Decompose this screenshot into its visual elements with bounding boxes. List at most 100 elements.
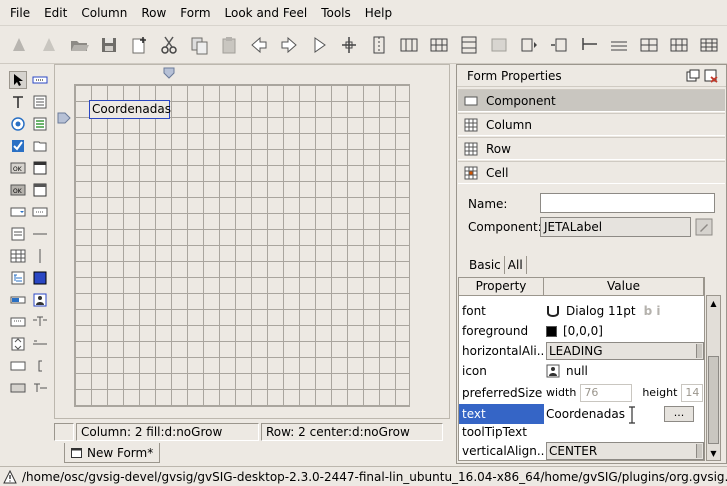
form-grid[interactable] [74, 84, 410, 407]
date-field-icon[interactable] [9, 313, 27, 331]
menu-row[interactable]: Row [134, 0, 173, 26]
textfield-icon[interactable] [31, 71, 49, 89]
table-row[interactable]: verticalAlign... CENTER [459, 441, 704, 460]
menu-file[interactable]: File [3, 0, 37, 26]
radio-icon[interactable] [9, 115, 27, 133]
table-icon[interactable] [694, 30, 724, 60]
scroll-down-icon[interactable]: ▼ [707, 446, 720, 460]
list-icon[interactable] [31, 115, 49, 133]
text-edit-button[interactable]: ... [664, 406, 694, 422]
insert-column-right-icon[interactable] [364, 30, 394, 60]
tab-basic[interactable]: Basic [466, 256, 505, 274]
scroll-up-icon[interactable]: ▲ [707, 296, 720, 310]
insert-column-left-icon[interactable] [334, 30, 364, 60]
redo-icon[interactable] [274, 30, 304, 60]
open-icon[interactable] [64, 30, 94, 60]
cut-icon[interactable] [154, 30, 184, 60]
property-value[interactable]: [0,0,0] [544, 321, 704, 341]
title-label-icon[interactable] [31, 313, 49, 331]
table-row[interactable]: horizontalAli... LEADING [459, 341, 704, 361]
table-row[interactable]: foreground [0,0,0] [459, 321, 704, 341]
menu-form[interactable]: Form [173, 0, 217, 26]
tab-new-form[interactable]: New Form* [64, 443, 160, 463]
table-row[interactable]: icon null [459, 361, 704, 381]
titled-separator-icon[interactable] [31, 379, 49, 397]
text-value-field[interactable]: Coordenadas [546, 404, 664, 424]
menu-look-and-feel[interactable]: Look and Feel [218, 0, 315, 26]
table-row[interactable]: font Dialog 11pt b i [459, 301, 704, 321]
add-component-icon[interactable] [4, 30, 34, 60]
align-icon[interactable] [514, 30, 544, 60]
coordenadas-label[interactable]: Coordenadas [89, 100, 171, 119]
resize-row-icon[interactable] [484, 30, 514, 60]
menu-help[interactable]: Help [358, 0, 399, 26]
color-chooser-icon[interactable] [31, 269, 49, 287]
paste-icon[interactable] [214, 30, 244, 60]
new-file-icon[interactable] [124, 30, 154, 60]
tab-all[interactable]: All [505, 256, 527, 274]
text-pane-icon[interactable] [9, 225, 27, 243]
toggle-button-icon[interactable]: OK [9, 181, 27, 199]
vertical-alignment-select[interactable]: CENTER [546, 442, 704, 460]
undo-icon[interactable] [244, 30, 274, 60]
section-column[interactable]: Column [458, 113, 725, 136]
value-column-header[interactable]: Value [544, 278, 704, 295]
section-component[interactable]: Component [458, 89, 725, 112]
property-value[interactable]: Dialog 11pt b i [544, 301, 704, 321]
column-icon[interactable] [394, 30, 424, 60]
section-row[interactable]: Row [458, 137, 725, 160]
window-icon[interactable] [31, 159, 49, 177]
insert-row-before-icon[interactable] [604, 30, 634, 60]
remove-component-icon[interactable] [34, 30, 64, 60]
label-icon[interactable] [9, 93, 27, 111]
property-value[interactable]: LEADING [544, 341, 704, 361]
column-marker-icon[interactable] [163, 67, 175, 79]
panel-icon[interactable] [31, 137, 49, 155]
save-icon[interactable] [94, 30, 124, 60]
spinner-icon[interactable] [31, 203, 49, 221]
insert-row-after-icon[interactable] [634, 30, 664, 60]
frame-icon[interactable] [31, 181, 49, 199]
property-value[interactable] [544, 422, 704, 442]
table-component-icon[interactable] [9, 247, 27, 265]
insert-row-icon[interactable] [454, 30, 484, 60]
name-field[interactable] [540, 193, 715, 213]
property-value[interactable]: Coordenadas ... [544, 404, 704, 424]
row-icon[interactable] [424, 30, 454, 60]
pointer-tool-icon[interactable] [9, 71, 27, 89]
height-field[interactable]: 14 [681, 384, 704, 402]
row-marker-icon[interactable] [57, 112, 71, 124]
horizontal-alignment-select[interactable]: LEADING [546, 342, 704, 360]
edit-component-icon[interactable] [695, 218, 713, 236]
section-cell[interactable]: Cell [458, 161, 725, 184]
property-value[interactable]: width 76 height 14 [544, 383, 704, 403]
menu-column[interactable]: Column [74, 0, 134, 26]
copy-icon[interactable] [184, 30, 214, 60]
property-column-header[interactable]: Property [459, 278, 544, 295]
checkbox-icon[interactable] [9, 137, 27, 155]
form-label-icon[interactable] [9, 379, 27, 397]
close-panel-icon[interactable] [704, 69, 718, 83]
vertical-separator-icon[interactable] [31, 247, 49, 265]
property-scrollbar[interactable]: ▲ ▼ [706, 295, 721, 461]
insert-column-before-icon[interactable] [544, 30, 574, 60]
restore-panel-icon[interactable] [686, 69, 700, 83]
property-value[interactable]: null [544, 361, 704, 381]
insert-column-after-icon[interactable] [574, 30, 604, 60]
button-icon[interactable]: OK [9, 159, 27, 177]
bracket-icon[interactable] [31, 357, 49, 375]
grid-icon[interactable] [664, 30, 694, 60]
image-icon[interactable] [31, 291, 49, 309]
tree-icon[interactable] [9, 269, 27, 287]
table-row[interactable]: text Coordenadas ... [459, 404, 704, 424]
table-row[interactable]: toolTipText [459, 422, 704, 442]
run-icon[interactable] [304, 30, 334, 60]
scrollpane-icon[interactable] [9, 357, 27, 375]
separator-titled-icon[interactable] [31, 335, 49, 353]
width-field[interactable]: 76 [580, 384, 633, 402]
textarea-icon[interactable] [31, 93, 49, 111]
progress-bar-icon[interactable] [9, 291, 27, 309]
menu-edit[interactable]: Edit [37, 0, 74, 26]
menu-tools[interactable]: Tools [314, 0, 358, 26]
scroll-thumb[interactable] [708, 356, 719, 444]
